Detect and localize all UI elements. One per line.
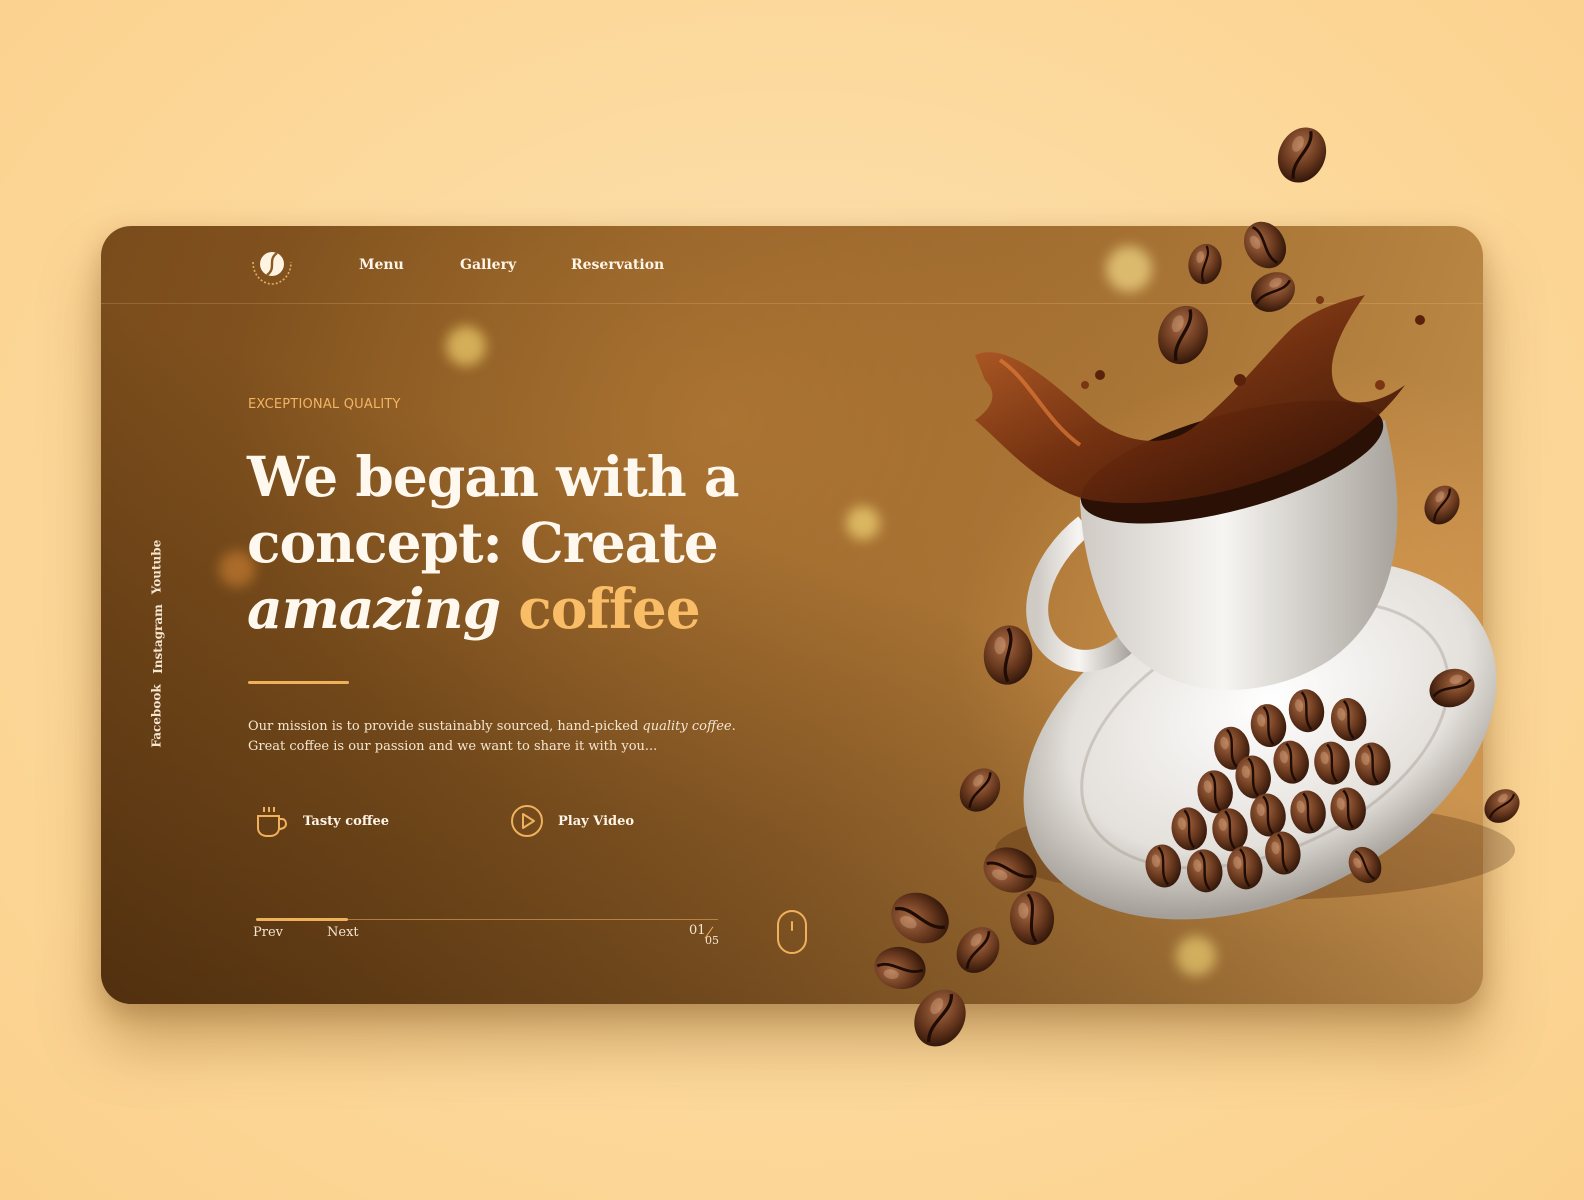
social-youtube-label: Youtube (149, 539, 164, 595)
slide-counter: 01 05 (689, 923, 729, 953)
description-period: . (731, 719, 736, 734)
social-facebook[interactable]: Facebook (149, 684, 171, 751)
hero-headline: We began with a concept: Create amazing … (247, 444, 767, 642)
nav-menu[interactable]: Menu (359, 257, 404, 273)
bokeh-light (1176, 936, 1216, 976)
bokeh-light (446, 326, 486, 366)
coffee-cup-icon (257, 807, 288, 837)
nav-reservation[interactable]: Reservation (571, 257, 664, 273)
next-button[interactable]: Next (327, 925, 359, 940)
slider-progress (256, 918, 349, 921)
play-video-label: Play Video (558, 813, 635, 829)
tasty-coffee-link[interactable]: Tasty coffee (253, 804, 389, 838)
description-text: Our mission is to provide sustainably so… (248, 719, 643, 734)
headline-italic: amazing (247, 576, 501, 641)
social-facebook-label: Facebook (149, 684, 164, 748)
description-line-2: Great coffee is our passion and we want … (248, 739, 658, 754)
hero-card: Menu Gallery Reservation EXCEPTIONAL QUA… (101, 226, 1483, 1004)
header-divider (101, 303, 1483, 304)
slide-total: 05 (705, 934, 719, 947)
prev-button[interactable]: Prev (253, 925, 283, 940)
tasty-coffee-label: Tasty coffee (303, 813, 390, 829)
headline-accent: coffee (518, 576, 700, 641)
bokeh-light (846, 506, 880, 540)
description-emphasis: quality coffee (642, 719, 732, 734)
play-circle-icon (511, 805, 543, 837)
social-youtube[interactable]: Youtube (149, 538, 171, 598)
headline-line-1: We began with a (247, 444, 740, 509)
eyebrow-label: EXCEPTIONAL QUALITY (248, 397, 401, 412)
slide-current: 01 (689, 923, 706, 938)
social-instagram[interactable]: Instagram (150, 604, 171, 676)
coffee-bean-logo[interactable] (247, 244, 297, 290)
social-instagram-label: Instagram (150, 604, 165, 674)
headline-line-2: concept: Create (247, 510, 719, 575)
hero-description: Our mission is to provide sustainably so… (248, 717, 748, 757)
headline-underline (248, 681, 349, 684)
scroll-mouse-icon[interactable] (777, 910, 807, 954)
play-video-button[interactable]: Play Video (510, 804, 634, 838)
nav-gallery[interactable]: Gallery (460, 257, 516, 273)
bokeh-light (1106, 246, 1152, 292)
